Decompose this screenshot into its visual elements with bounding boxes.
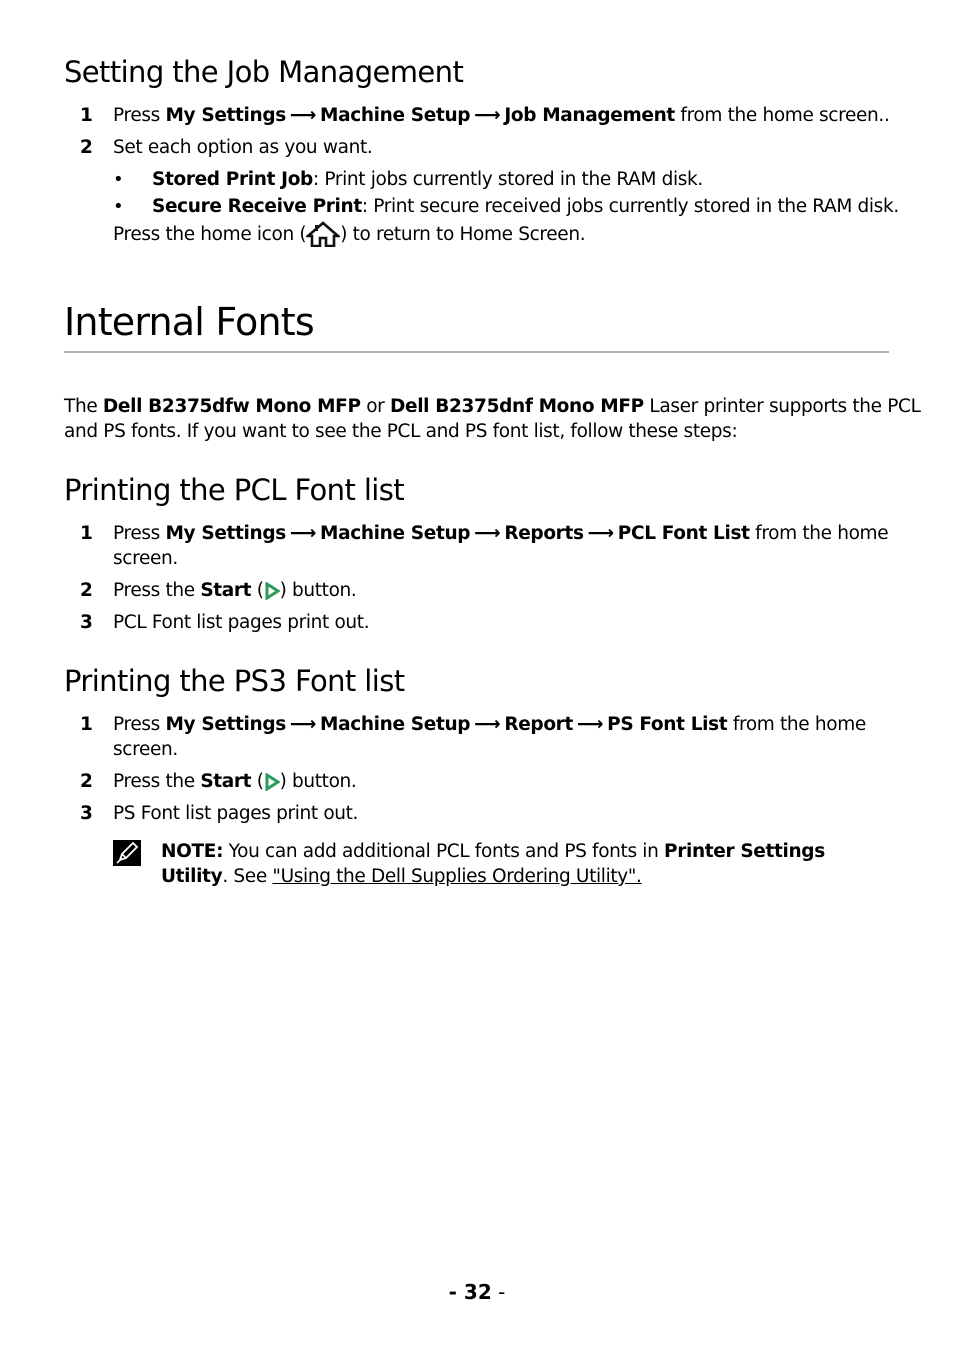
note-pencil-icon (113, 840, 141, 866)
heading-ps3-font-list: Printing the PS3 Font list (64, 664, 405, 698)
menu-path-item: Machine Setup (320, 523, 471, 544)
page-number: - 32 - (448, 1280, 506, 1304)
dell-supplies-ordering-utility-link[interactable]: "Using the Dell Supplies Ordering Utilit… (272, 866, 642, 887)
note-line-2: Utility. See "Using the Dell Supplies Or… (161, 866, 642, 887)
step-pcl-1: Press My Settings ⟶ Machine Setup ⟶ Reports ⟶… (113, 523, 889, 544)
intro-paragraph-line-1: The Dell B2375dfw Mono MFP or Dell B2375… (64, 396, 921, 417)
arrow-right-icon: ⟶ (289, 523, 317, 544)
arrow-right-icon: ⟶ (289, 105, 317, 126)
arrow-right-icon: ⟶ (289, 714, 317, 735)
menu-path-item: My Settings (165, 523, 286, 544)
arrow-right-icon: ⟶ (474, 523, 501, 544)
step-pcl-3: PCL Font list pages print out. (113, 612, 370, 633)
arrow-right-icon: ⟶ (587, 523, 615, 544)
menu-path-item: My Settings (165, 714, 286, 735)
step-number: 2 (80, 580, 93, 601)
step-number: 2 (80, 137, 93, 158)
step-number: 2 (80, 771, 93, 792)
bullet-item: Stored Print Job: Print jobs currently s… (152, 169, 703, 190)
note-line-1: NOTE: You can add additional PCL fonts a… (161, 841, 825, 862)
step-ps3-1: Press My Settings ⟶ Machine Setup ⟶ Report ⟶ P… (113, 714, 866, 735)
step-pcl-2: Press the Start () button. (113, 580, 357, 601)
menu-path-item: Report (504, 714, 573, 735)
step-ps3-3: PS Font list pages print out. (113, 803, 359, 824)
arrow-right-icon: ⟶ (474, 105, 501, 126)
step-number: 1 (80, 714, 93, 735)
home-instruction: Press the home icon ( ) to return to Hom… (113, 221, 586, 247)
heading-internal-fonts: Internal Fonts (64, 300, 315, 344)
heading-pcl-font-list: Printing the PCL Font list (64, 473, 405, 507)
step-number: 1 (80, 105, 93, 126)
menu-path-item: Job Management (504, 105, 675, 126)
start-play-icon (265, 773, 280, 791)
step-job-2: Set each option as you want. (113, 137, 373, 158)
arrow-right-icon: ⟶ (576, 714, 604, 735)
menu-path-item: Machine Setup (320, 105, 471, 126)
menu-path-item: My Settings (165, 105, 286, 126)
step-ps3-2: Press the Start () button. (113, 771, 357, 792)
home-icon (306, 221, 341, 247)
bullet-icon: • (113, 169, 124, 190)
heading-job-management: Setting the Job Management (64, 55, 464, 89)
document-page: Setting the Job Management 1 Press My Se… (0, 0, 954, 1352)
step-pcl-1-continued: screen. (113, 548, 178, 569)
step-ps3-1-continued: screen. (113, 739, 178, 760)
bullet-item: Secure Receive Print: Print secure recei… (152, 196, 899, 217)
start-play-icon (265, 582, 280, 600)
intro-paragraph-line-2: and PS fonts. If you want to see the PCL… (64, 421, 738, 442)
step-number: 3 (80, 612, 93, 633)
arrow-right-icon: ⟶ (474, 714, 501, 735)
step-job-1: Press My Settings ⟶ Machine Setup ⟶ Job Mana… (113, 105, 890, 126)
step-number: 1 (80, 523, 93, 544)
menu-path-item: Reports (504, 523, 584, 544)
bullet-icon: • (113, 196, 124, 217)
note-label: NOTE: (161, 841, 224, 862)
menu-path-item: PS Font List (607, 714, 728, 735)
step-number: 3 (80, 803, 93, 824)
heading-divider (64, 351, 889, 353)
menu-path-item: PCL Font List (617, 523, 750, 544)
menu-path-item: Machine Setup (320, 714, 471, 735)
